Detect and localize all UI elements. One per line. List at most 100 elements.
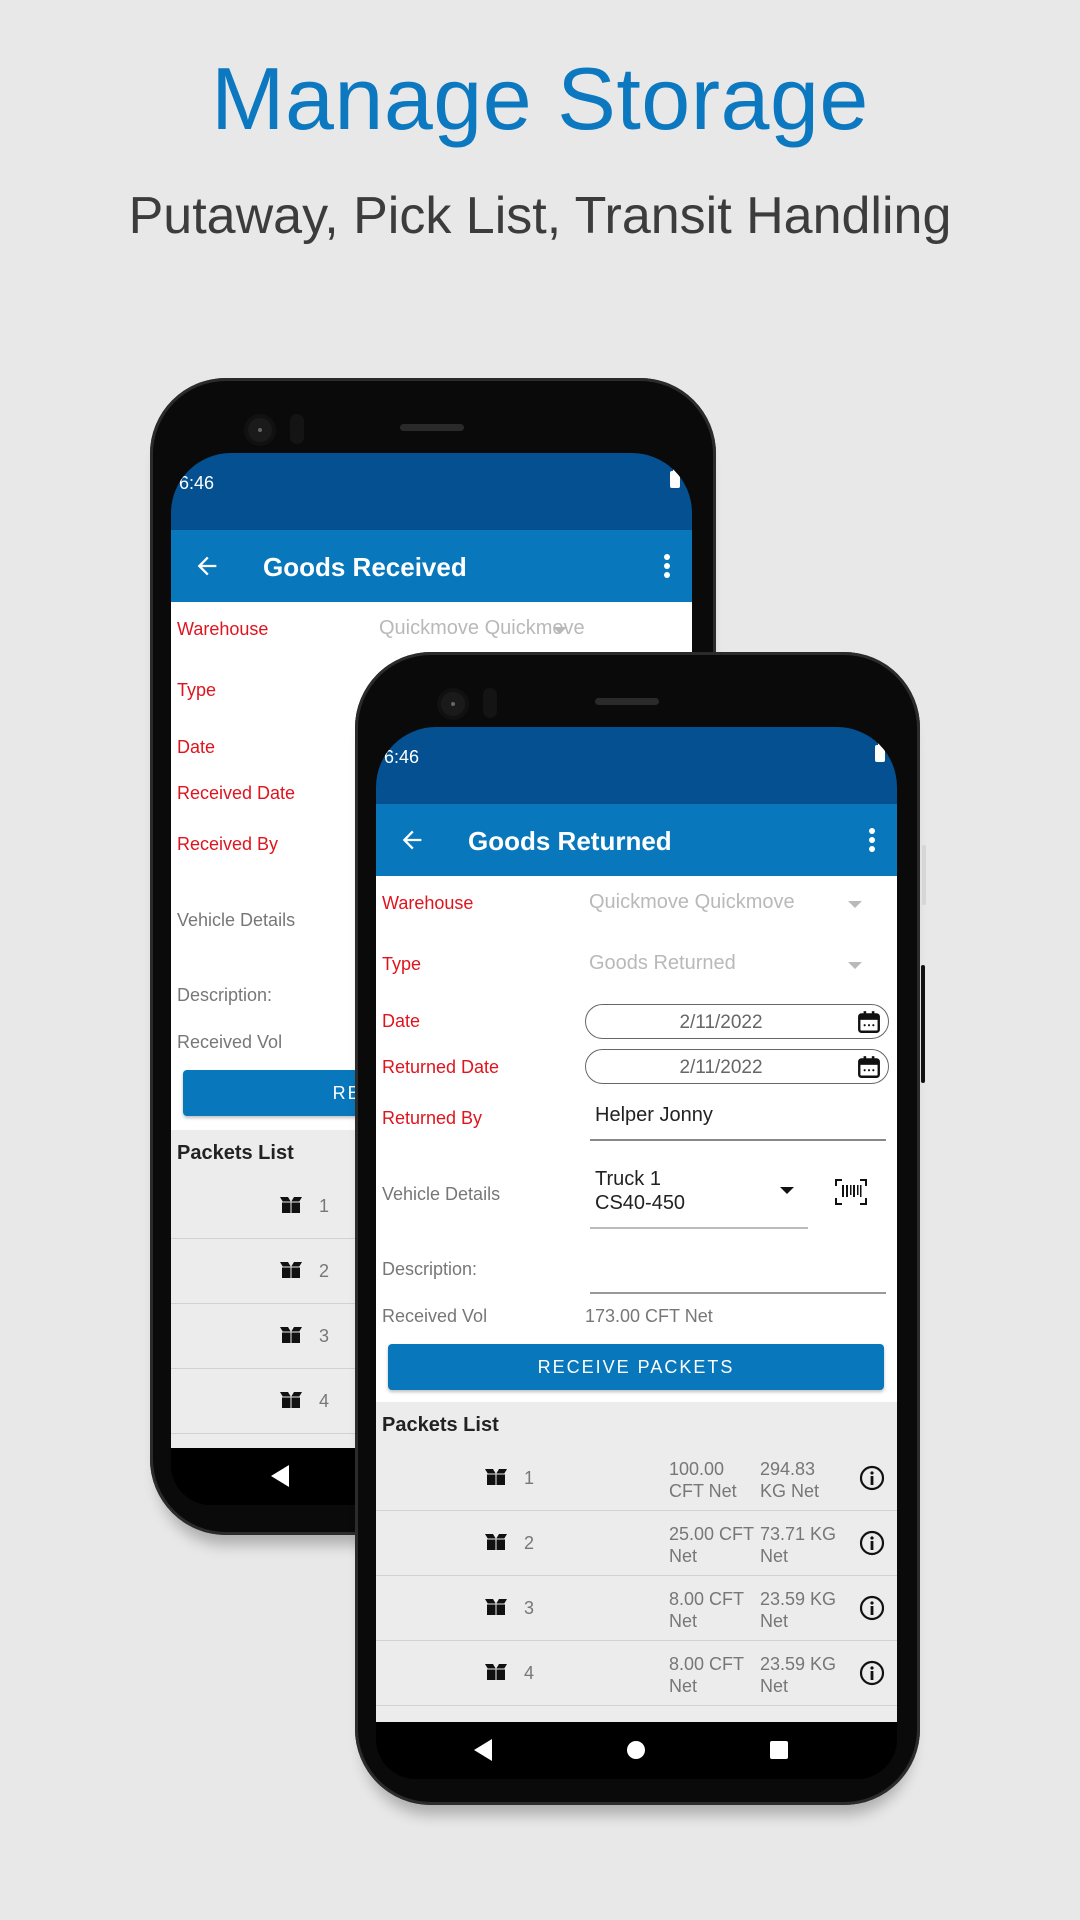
phone-goods-returned: 6:46 Goods Returned Warehouse Quickmove … bbox=[355, 652, 926, 1805]
front-camera bbox=[248, 418, 272, 442]
front-camera bbox=[441, 692, 465, 716]
packet-row[interactable]: 1 100.00 CFT Net 294.83 KG Net bbox=[376, 1446, 897, 1511]
box-open-icon bbox=[279, 1196, 303, 1214]
info-icon[interactable] bbox=[859, 1660, 885, 1686]
returned-date-value: 2/11/2022 bbox=[679, 1057, 763, 1078]
earpiece-speaker bbox=[595, 698, 659, 705]
battery-icon bbox=[875, 742, 885, 762]
info-icon[interactable] bbox=[859, 1530, 885, 1556]
packet-number: 2 bbox=[319, 1261, 330, 1281]
packet-volume: 100.00 CFT Net bbox=[669, 1459, 737, 1501]
packet-volume: 8.00 CFT Net bbox=[669, 1589, 744, 1631]
vehicle-line-2[interactable]: CS40-450 bbox=[595, 1192, 685, 1215]
box-open-icon bbox=[279, 1326, 303, 1344]
packet-weight: 23.59 KG Net bbox=[760, 1589, 837, 1631]
status-bar: 6:46 bbox=[171, 453, 692, 530]
nav-home-icon[interactable] bbox=[627, 1741, 645, 1759]
screen-title: Goods Returned bbox=[468, 826, 672, 856]
received-by-label: Received By bbox=[177, 834, 279, 854]
status-bar: 6:46 bbox=[376, 727, 897, 804]
packet-weight: 23.59 KG Net bbox=[760, 1654, 837, 1696]
packet-number: 2 bbox=[524, 1533, 535, 1553]
overflow-menu-icon[interactable] bbox=[869, 828, 875, 852]
packet-number: 4 bbox=[319, 1391, 330, 1411]
packets-list: Packets List 1 100.00 CFT Net 294.83 KG Ne… bbox=[376, 1402, 897, 1722]
nav-back-icon[interactable] bbox=[271, 1465, 289, 1487]
nav-back-icon[interactable] bbox=[474, 1739, 492, 1761]
box-open-icon bbox=[484, 1663, 508, 1681]
chevron-down-icon bbox=[553, 627, 567, 634]
date-value: 2/11/2022 bbox=[679, 1012, 763, 1033]
power-button bbox=[921, 965, 925, 1083]
overflow-menu-icon[interactable] bbox=[664, 554, 670, 578]
battery-icon bbox=[670, 468, 680, 488]
vehicle-underline bbox=[590, 1227, 808, 1229]
returned-by-input[interactable]: Helper Jonny bbox=[595, 1104, 713, 1127]
packet-weight: 73.71 KG Net bbox=[760, 1524, 837, 1566]
packet-row[interactable]: 4 8.00 CFT Net 23.59 KG Net bbox=[376, 1641, 897, 1706]
box-open-icon bbox=[484, 1533, 508, 1551]
status-time: 6:46 bbox=[179, 473, 215, 493]
warehouse-label: Warehouse bbox=[382, 893, 474, 913]
returned-by-underline bbox=[590, 1139, 886, 1141]
type-label: Type bbox=[177, 680, 217, 700]
packet-row[interactable]: 3 8.00 CFT Net 23.59 KG Net bbox=[376, 1576, 897, 1641]
vehicle-details-label: Vehicle Details bbox=[177, 910, 296, 930]
packet-number: 3 bbox=[524, 1598, 535, 1618]
page-headline: Manage Storage bbox=[211, 49, 869, 148]
returned-date-label: Returned Date bbox=[382, 1057, 500, 1077]
packet-number: 1 bbox=[524, 1468, 535, 1488]
received-vol-label: Received Vol bbox=[382, 1306, 488, 1326]
app-bar: Goods Returned bbox=[376, 804, 897, 876]
packet-volume: 25.00 CFT Net bbox=[669, 1524, 754, 1566]
box-open-icon bbox=[484, 1468, 508, 1486]
description-label: Description: bbox=[177, 985, 273, 1005]
back-arrow-icon[interactable] bbox=[193, 552, 221, 580]
back-arrow-icon[interactable] bbox=[398, 826, 426, 854]
date-label: Date bbox=[177, 737, 216, 757]
info-icon[interactable] bbox=[859, 1595, 885, 1621]
status-time: 6:46 bbox=[384, 747, 420, 767]
page-subheadline: Putaway, Pick List, Transit Handling bbox=[128, 187, 952, 245]
packets-list-title: Packets List bbox=[177, 1142, 294, 1164]
app-bar: Goods Received bbox=[171, 530, 692, 602]
proximity-sensor bbox=[483, 688, 497, 718]
packet-number: 1 bbox=[319, 1196, 330, 1216]
received-vol-value: 173.00 CFT Net bbox=[585, 1306, 713, 1326]
type-label: Type bbox=[382, 954, 422, 974]
calendar-icon[interactable] bbox=[856, 1009, 882, 1035]
type-select[interactable]: Goods Returned bbox=[589, 952, 736, 975]
chevron-down-icon bbox=[848, 962, 862, 969]
packet-volume: 8.00 CFT Net bbox=[669, 1654, 744, 1696]
packet-number: 3 bbox=[319, 1326, 330, 1346]
returned-by-label: Returned By bbox=[382, 1108, 483, 1128]
packets-list-title: Packets List bbox=[382, 1414, 499, 1436]
receive-packets-button[interactable]: RECEIVE PACKETS bbox=[388, 1344, 884, 1390]
date-picker[interactable]: 2/11/2022 bbox=[585, 1004, 889, 1039]
received-vol-label: Received Vol bbox=[177, 1032, 283, 1052]
warehouse-label: Warehouse bbox=[177, 619, 269, 639]
system-nav-bar bbox=[376, 1722, 897, 1779]
description-underline bbox=[590, 1292, 886, 1294]
box-open-icon bbox=[279, 1391, 303, 1409]
calendar-icon[interactable] bbox=[856, 1054, 882, 1080]
screen-title: Goods Received bbox=[263, 552, 467, 582]
nav-recents-icon[interactable] bbox=[770, 1741, 788, 1759]
returned-date-picker[interactable]: 2/11/2022 bbox=[585, 1049, 889, 1084]
box-open-icon bbox=[279, 1261, 303, 1279]
description-label: Description: bbox=[382, 1259, 478, 1279]
form: Warehouse Quickmove Quickmove Type Goods… bbox=[376, 876, 897, 1722]
info-icon[interactable] bbox=[859, 1465, 885, 1491]
vehicle-dropdown-arrow-icon[interactable] bbox=[780, 1187, 794, 1194]
chevron-down-icon bbox=[848, 901, 862, 908]
earpiece-speaker bbox=[400, 424, 464, 431]
packet-weight: 294.83 KG Net bbox=[760, 1459, 820, 1501]
warehouse-select[interactable]: Quickmove Quickmove bbox=[589, 891, 795, 914]
vehicle-line-1[interactable]: Truck 1 bbox=[595, 1168, 661, 1191]
date-label: Date bbox=[382, 1011, 421, 1031]
screen: 6:46 Goods Returned Warehouse Quickmove … bbox=[376, 727, 897, 1779]
received-date-label: Received Date bbox=[177, 783, 296, 803]
vehicle-details-label: Vehicle Details bbox=[382, 1184, 501, 1204]
packet-row[interactable]: 2 25.00 CFT Net 73.71 KG Net bbox=[376, 1511, 897, 1576]
barcode-scan-icon[interactable] bbox=[834, 1178, 868, 1206]
